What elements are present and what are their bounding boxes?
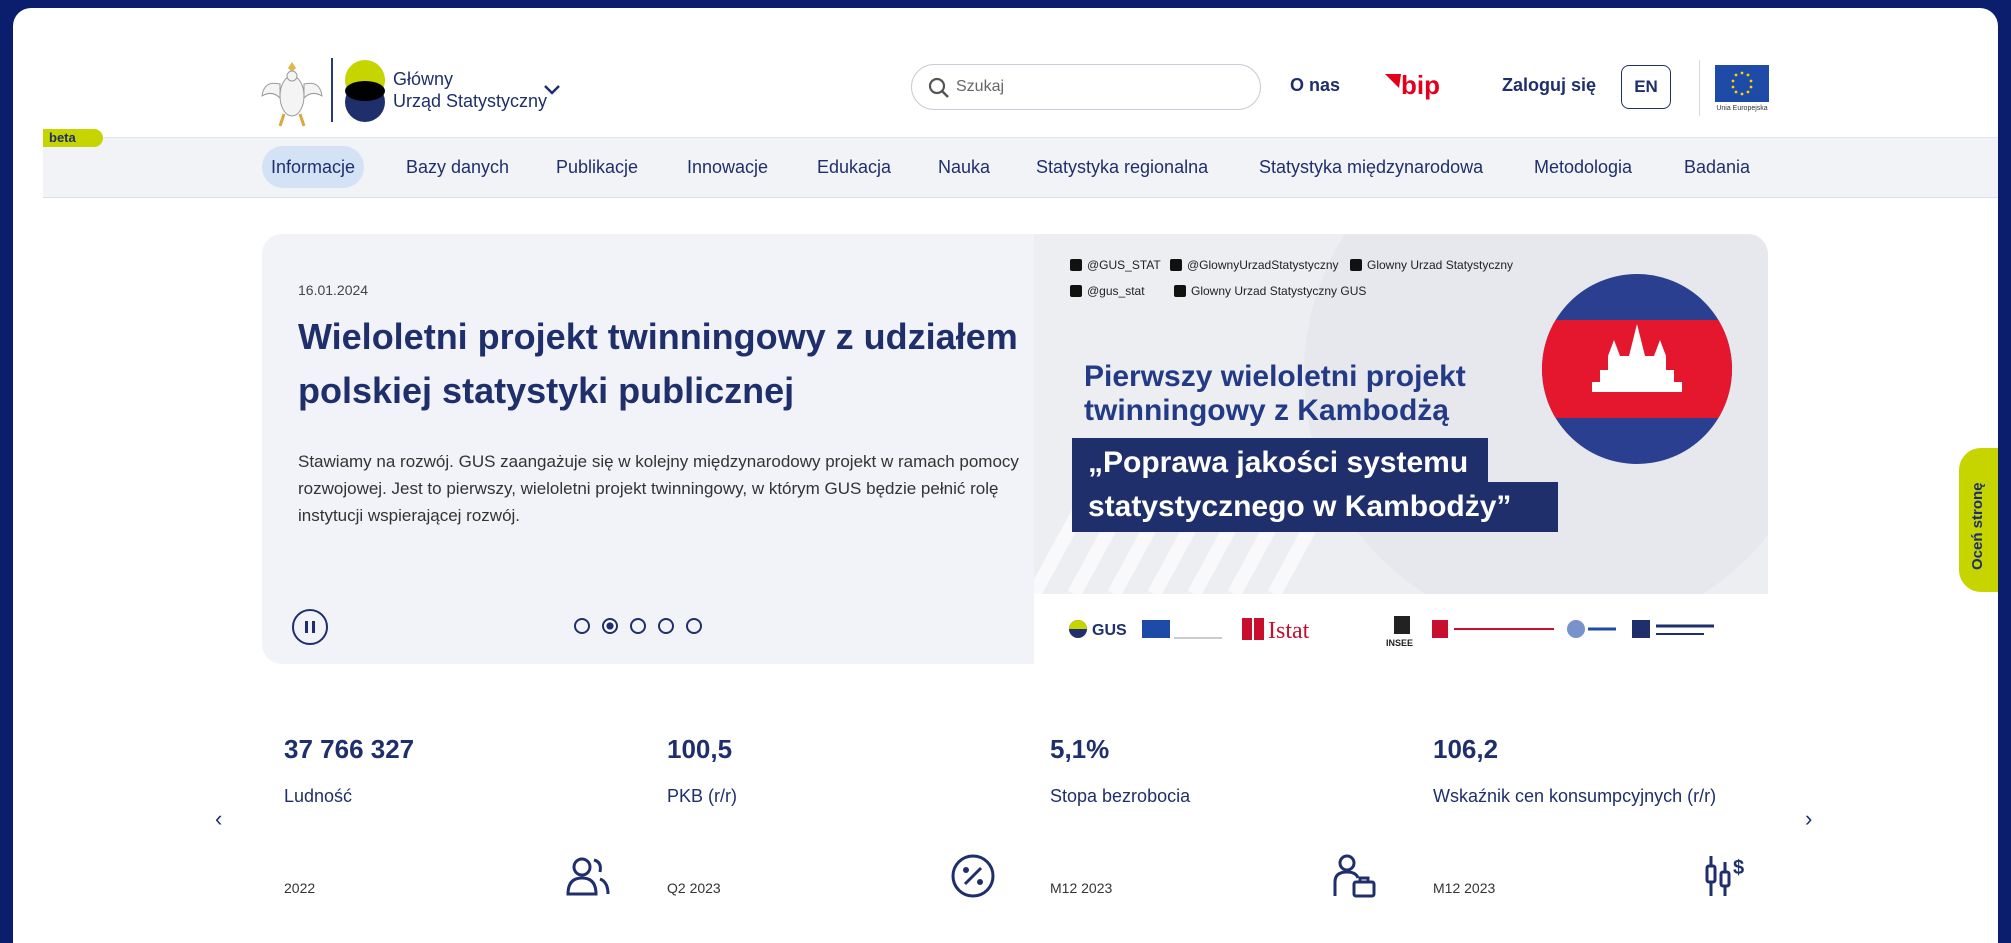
about-link[interactable]: O nas <box>1290 75 1340 96</box>
nav-item-statystyka-regionalna[interactable]: Statystyka regionalna <box>1036 146 1208 188</box>
hero-image[interactable]: @GUS_STAT @GlownyUrzadStatystyczny Glown… <box>1034 234 1768 664</box>
nav-item-innowacje[interactable]: Innowacje <box>687 146 768 188</box>
facebook-icon <box>1170 259 1182 271</box>
social-x: @GUS_STAT <box>1070 258 1161 272</box>
percent-icon <box>951 854 995 898</box>
gus-logo-icon[interactable] <box>343 58 387 124</box>
logo-divider <box>331 58 333 122</box>
youtube-icon <box>1174 285 1186 297</box>
stat-period: M12 2023 <box>1433 880 1496 896</box>
social-facebook: @GlownyUrzadStatystyczny <box>1170 258 1339 272</box>
rate-page-label: Oceń stronę <box>1969 482 1986 570</box>
stat-card-gdp[interactable]: 100,5 PKB (r/r) Q2 2023 <box>667 734 1007 904</box>
logo-text[interactable]: Główny Urząd Statystyczny <box>393 68 547 112</box>
nav-item-informacje[interactable]: Informacje <box>262 146 365 188</box>
price-index-icon: $ <box>1705 856 1744 896</box>
carousel-dots <box>574 618 702 634</box>
stat-value: 100,5 <box>667 734 733 764</box>
nav-item-bazy-danych[interactable]: Bazy danych <box>406 146 509 188</box>
nav-item-metodologia[interactable]: Metodologia <box>1534 146 1632 188</box>
instagram-icon <box>1070 285 1082 297</box>
stat-value: 106,2 <box>1433 734 1499 764</box>
stat-card-unemployment[interactable]: 5,1% Stopa bezrobocia M12 2023 <box>1050 734 1390 904</box>
stat-period: M12 2023 <box>1050 880 1113 896</box>
nav-item-publikacje[interactable]: Publikacje <box>556 146 638 188</box>
carousel-dot[interactable] <box>686 618 702 634</box>
social-linkedin-text: Glowny Urzad Statystyczny <box>1367 258 1514 272</box>
cambodia-flag-icon <box>1542 274 1732 464</box>
social-youtube: Glowny Urzad Statystyczny GUS <box>1174 284 1366 298</box>
social-linkedin: Glowny Urzad Statystyczny <box>1350 258 1513 272</box>
language-button[interactable]: EN <box>1621 65 1671 109</box>
nav-item-badania[interactable]: Badania <box>1684 146 1750 188</box>
carousel-dot[interactable] <box>630 618 646 634</box>
chevron-down-icon[interactable] <box>543 84 561 96</box>
search-box[interactable] <box>911 64 1261 110</box>
beta-badge: beta <box>43 129 103 147</box>
bip-logo-icon[interactable]: bip <box>1383 68 1453 102</box>
carousel-dot[interactable] <box>658 618 674 634</box>
rate-page-tab[interactable]: Oceń stronę <box>1959 448 1998 592</box>
image-title: Pierwszy wieloletni projekt twinningowy … <box>1084 360 1466 428</box>
image-title-line2: twinningowy z Kambodżą <box>1084 394 1449 427</box>
svg-text:$: $ <box>1733 857 1744 879</box>
people-icon <box>566 857 610 896</box>
social-instagram-text: @gus_stat <box>1087 284 1145 298</box>
stat-label: Stopa bezrobocia <box>1050 786 1191 806</box>
hero-carousel: 16.01.2024 Wieloletni projekt twinningow… <box>262 234 1768 664</box>
x-icon <box>1070 259 1082 271</box>
hero-date: 16.01.2024 <box>298 282 369 298</box>
stat-value: 5,1% <box>1050 734 1110 764</box>
stat-period: Q2 2023 <box>667 880 721 896</box>
nav-item-statystyka-miedzynarodowa[interactable]: Statystyka międzynarodowa <box>1259 146 1483 188</box>
carousel-dot[interactable] <box>574 618 590 634</box>
partner-logos: GUS Istat INSEE <box>1069 616 1714 648</box>
carousel-dot-active[interactable] <box>602 618 618 634</box>
hero-title[interactable]: Wieloletni projekt twinningowy z udziałe… <box>298 310 1018 418</box>
stat-value: 37 766 327 <box>284 734 415 764</box>
header-divider <box>1699 60 1700 116</box>
eu-flag-icon <box>1715 65 1769 102</box>
login-link[interactable]: Zaloguj się <box>1502 75 1596 96</box>
logo-line1: Główny <box>393 69 454 89</box>
image-title-line1: Pierwszy wieloletni projekt <box>1084 360 1466 393</box>
linkedin-icon <box>1350 259 1362 271</box>
logo-line2: Urząd Statystyczny <box>393 91 548 111</box>
partners-strip: GUS Istat INSEE <box>1034 594 1768 664</box>
search-input[interactable] <box>956 75 1246 99</box>
stat-label: PKB (r/r) <box>667 786 737 806</box>
social-instagram: @gus_stat <box>1070 284 1145 298</box>
page-frame: Główny Urząd Statystyczny O nas bip Zalo… <box>13 8 1998 943</box>
stat-label: Wskaźnik cen konsumpcyjnych (r/r) <box>1433 786 1717 806</box>
hero-text: Stawiamy na rozwój. GUS zaangażuje się w… <box>298 452 1019 525</box>
partner-gus: GUS <box>1092 622 1127 639</box>
partner-insee: INSEE <box>1386 638 1413 648</box>
pause-button[interactable] <box>292 609 328 645</box>
nav-item-edukacja[interactable]: Edukacja <box>817 146 891 188</box>
partner-istat: Istat <box>1268 618 1310 644</box>
unemployed-person-icon <box>1333 854 1376 898</box>
nav-item-nauka[interactable]: Nauka <box>938 146 990 188</box>
stat-label: Ludność <box>284 786 353 806</box>
poland-emblem-icon <box>261 62 323 127</box>
eu-label: Unia Europejska <box>1716 105 1768 112</box>
stat-period: 2022 <box>284 880 316 896</box>
stat-card-population[interactable]: 37 766 327 Ludność 2022 <box>284 734 624 904</box>
pause-icon <box>305 621 315 633</box>
social-youtube-text: Glowny Urzad Statystyczny GUS <box>1191 284 1367 298</box>
stat-card-cpi[interactable]: 106,2 Wskaźnik cen konsumpcyjnych (r/r) … <box>1433 734 1773 904</box>
stats-next-button[interactable]: › <box>1805 806 1812 832</box>
search-icon <box>928 77 949 98</box>
stats-prev-button[interactable]: ‹ <box>215 806 222 832</box>
social-x-text: @GUS_STAT <box>1087 258 1161 272</box>
bip-text: bip <box>1401 70 1440 100</box>
image-quote-line1: „Poprawa jakości systemu <box>1072 438 1488 488</box>
image-quote-line2: statystycznego w Kambodży” <box>1072 482 1558 532</box>
social-facebook-text: @GlownyUrzadStatystyczny <box>1187 258 1339 272</box>
